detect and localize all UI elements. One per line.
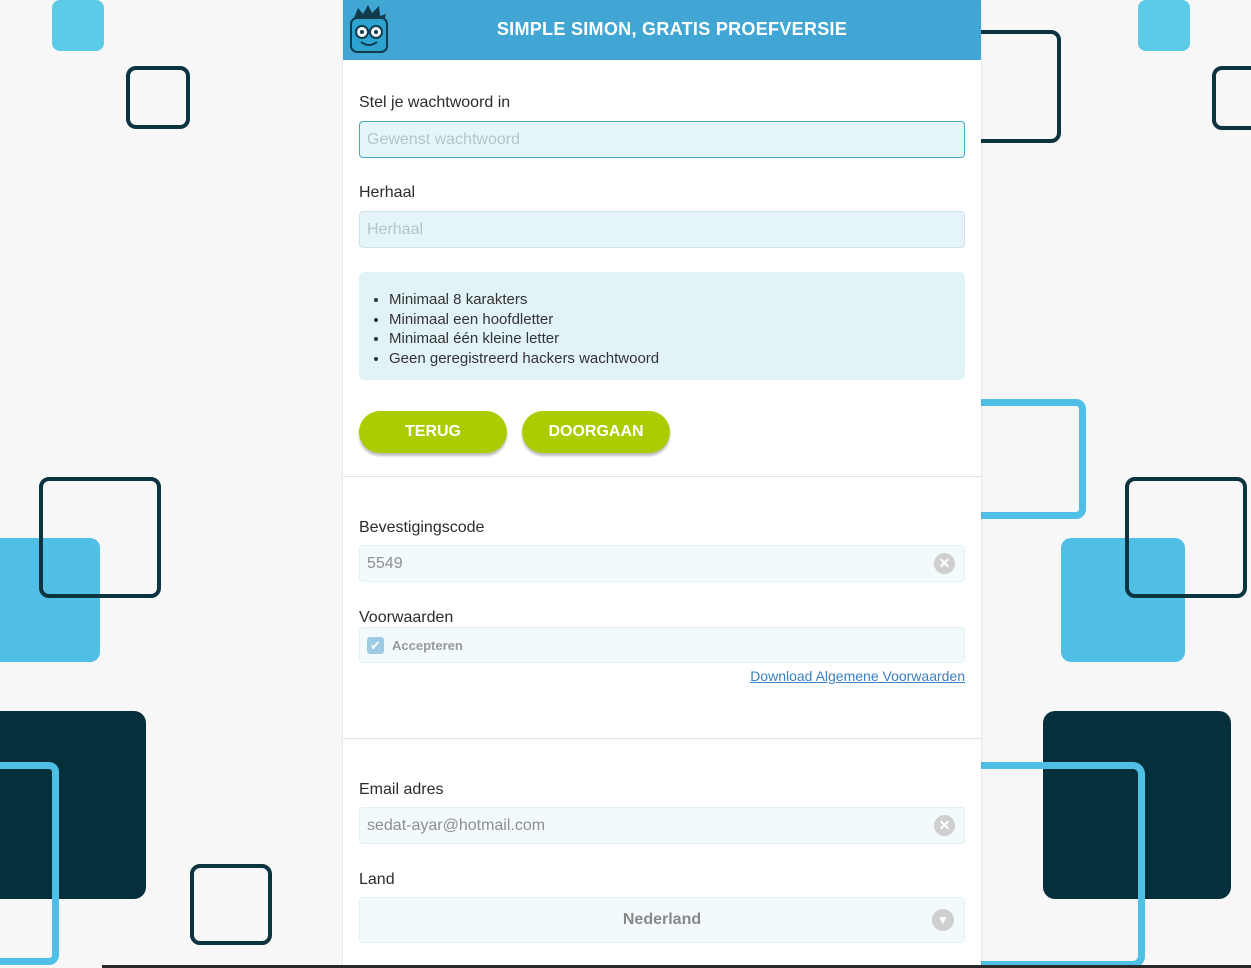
back-button[interactable]: TERUG bbox=[359, 411, 507, 453]
password-rule: Geen geregistreerd hackers wachtwoord bbox=[389, 349, 949, 369]
bg-square-outline bbox=[126, 66, 190, 129]
email-label: Email adres bbox=[359, 781, 444, 798]
bg-square-outline bbox=[39, 477, 161, 598]
header-bar: SIMPLE SIMON, GRATIS PROEFVERSIE bbox=[343, 0, 981, 60]
terms-accept-row[interactable]: ✔ Accepteren bbox=[359, 627, 965, 663]
clear-icon[interactable]: ✕ bbox=[934, 815, 955, 836]
bg-square bbox=[1138, 0, 1190, 51]
password-rule: Minimaal één kleine letter bbox=[389, 329, 949, 349]
password-rule: Minimaal 8 karakters bbox=[389, 290, 949, 310]
password-rules-box: Minimaal 8 karakters Minimaal een hoofdl… bbox=[359, 272, 965, 380]
country-label: Land bbox=[359, 871, 395, 888]
country-selected-value: Nederland bbox=[622, 911, 702, 928]
section-divider bbox=[343, 738, 981, 739]
bg-square-outline bbox=[1212, 66, 1251, 130]
repeat-password-input[interactable] bbox=[359, 211, 965, 248]
confirmation-code-label: Bevestigingscode bbox=[359, 519, 485, 536]
confirmation-code-input[interactable]: 5549 bbox=[359, 545, 965, 582]
download-terms-link[interactable]: Download Algemene Voorwaarden bbox=[750, 668, 965, 684]
confirmation-code-value: 5549 bbox=[367, 555, 403, 572]
bg-square-outline bbox=[0, 762, 59, 965]
page-title: SIMPLE SIMON, GRATIS PROEFVERSIE bbox=[496, 19, 848, 39]
password-rules-list: Minimaal 8 karakters Minimaal een hoofdl… bbox=[375, 290, 949, 368]
clear-icon[interactable]: ✕ bbox=[934, 553, 955, 574]
bg-square-outline bbox=[1125, 477, 1247, 598]
checkbox-checked-icon[interactable]: ✔ bbox=[367, 637, 384, 654]
country-select[interactable]: Nederland ▼ bbox=[359, 897, 965, 943]
password-label: Stel je wachtwoord in bbox=[359, 94, 511, 111]
signup-panel: SIMPLE SIMON, GRATIS PROEFVERSIE Stel je… bbox=[343, 0, 981, 968]
accept-label: Accepteren bbox=[392, 638, 463, 653]
email-input[interactable]: sedat-ayar@hotmail.com bbox=[359, 807, 965, 844]
chevron-down-icon: ▼ bbox=[932, 909, 954, 931]
password-input[interactable] bbox=[359, 121, 965, 158]
bg-square-outline bbox=[190, 864, 272, 945]
repeat-password-label: Herhaal bbox=[359, 184, 416, 201]
continue-button[interactable]: DOORGAAN bbox=[522, 411, 670, 453]
password-rule: Minimaal een hoofdletter bbox=[389, 310, 949, 330]
section-divider bbox=[343, 476, 981, 477]
terms-label: Voorwaarden bbox=[359, 609, 454, 626]
bg-square bbox=[52, 0, 104, 51]
bg-square-outline bbox=[960, 762, 1145, 968]
email-value: sedat-ayar@hotmail.com bbox=[367, 817, 546, 834]
